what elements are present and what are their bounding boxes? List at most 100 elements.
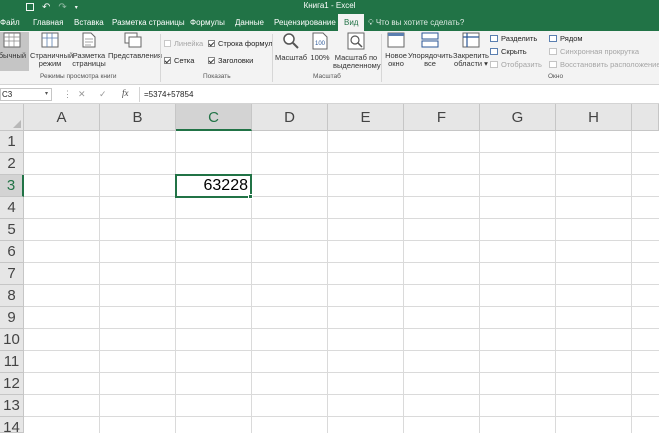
tab-insert[interactable]: Вставка <box>74 14 104 31</box>
new-window-button[interactable]: Новое окно <box>383 32 409 68</box>
sync-scroll-button[interactable]: Синхронная прокрутка <box>549 47 639 56</box>
formula-bar-checkbox[interactable]: Строка формул <box>208 39 273 48</box>
row-header-6[interactable]: 6 <box>0 241 24 263</box>
normal-view-button[interactable]: Обычный <box>0 32 29 71</box>
formula-bar-grip-icon: ⋮ <box>63 89 72 99</box>
tab-home[interactable]: Главная <box>33 14 63 31</box>
enter-icon[interactable]: ✓ <box>99 89 107 100</box>
gridline <box>555 131 556 433</box>
tab-file[interactable]: Файл <box>0 14 20 31</box>
ribbon-tabs: Файл Главная Вставка Разметка страницы Ф… <box>0 14 659 31</box>
formula-bar-checkbox-box <box>208 40 215 47</box>
row-header-11[interactable]: 11 <box>0 351 24 373</box>
column-header-d[interactable]: D <box>252 104 328 131</box>
reset-position-icon <box>549 61 557 68</box>
zoom-100-button[interactable]: 100 100% <box>308 32 332 62</box>
column-header-g[interactable]: G <box>480 104 556 131</box>
row-header-10[interactable]: 10 <box>0 329 24 351</box>
headings-checkbox[interactable]: Заголовки <box>208 56 253 65</box>
gridline <box>99 131 100 433</box>
arrange-all-button[interactable]: Упорядочить все <box>408 32 453 68</box>
formula-bar-label: Строка формул <box>218 39 273 48</box>
page-break-view-button[interactable]: Страничный режим <box>30 32 73 68</box>
tab-view[interactable]: Вид <box>338 14 365 31</box>
split-button[interactable]: Разделить <box>490 34 537 43</box>
gridline <box>24 196 659 197</box>
ruler-checkbox-box <box>164 40 171 47</box>
row-header-2[interactable]: 2 <box>0 153 24 175</box>
zoom-selection-label-2: выделенному <box>333 61 381 70</box>
split-icon <box>490 35 498 42</box>
select-all-button[interactable] <box>0 104 24 131</box>
row-header-9[interactable]: 9 <box>0 307 24 329</box>
tab-page-layout[interactable]: Разметка страницы <box>112 14 185 31</box>
worksheet-grid[interactable]: A B C D E F G H 1 2 3 4 5 6 7 8 9 10 11 … <box>0 104 659 436</box>
window-title: Книга1 - Excel <box>303 1 356 10</box>
column-header-a[interactable]: A <box>24 104 100 131</box>
tab-formulas[interactable]: Формулы <box>190 14 225 31</box>
row-header-13[interactable]: 13 <box>0 395 24 417</box>
freeze-panes-button[interactable]: Закрепить области ▾ <box>452 32 490 68</box>
ribbon-view: Обычный Страничный режим Разметка страни… <box>0 31 659 85</box>
side-by-side-label: Рядом <box>560 34 583 43</box>
row-header-12[interactable]: 12 <box>0 373 24 395</box>
column-header-c[interactable]: C <box>176 104 252 131</box>
column-header-h[interactable]: H <box>556 104 632 131</box>
row-header-14[interactable]: 14 <box>0 417 24 436</box>
formula-bar: C3 ▾ ⋮ ✕ ✓ fx =5374+57854 <box>0 86 659 104</box>
unhide-button[interactable]: Отобразить <box>490 60 542 69</box>
custom-views-button[interactable]: Представления <box>108 32 162 60</box>
row-header-4[interactable]: 4 <box>0 197 24 219</box>
hide-button[interactable]: Скрыть <box>490 47 527 56</box>
ruler-checkbox[interactable]: Линейка <box>164 39 203 48</box>
cancel-icon[interactable]: ✕ <box>78 89 86 100</box>
column-header-partial[interactable] <box>632 104 659 131</box>
group-label-views: Режимы просмотра книги <box>40 73 117 80</box>
active-cell-border <box>175 174 252 198</box>
name-box-dropdown-icon[interactable]: ▾ <box>45 89 48 100</box>
page-layout-label-2: страницы <box>72 59 106 68</box>
normal-view-icon <box>3 32 20 48</box>
page-layout-view-button[interactable]: Разметка страницы <box>71 32 107 68</box>
tell-me-search[interactable]: 💡︎ Что вы хотите сделать? <box>368 14 464 31</box>
row-header-8[interactable]: 8 <box>0 285 24 307</box>
title-bar: ↶ ↷ ▾ Книга1 - Excel <box>0 0 659 14</box>
group-label-show: Показать <box>203 73 231 80</box>
gridline <box>24 240 659 241</box>
view-side-by-side-button[interactable]: Рядом <box>549 34 583 43</box>
gridline <box>24 174 659 175</box>
tab-review[interactable]: Рецензирование <box>274 14 336 31</box>
row-header-1[interactable]: 1 <box>0 131 24 153</box>
row-header-5[interactable]: 5 <box>0 219 24 241</box>
formula-input[interactable]: =5374+57854 <box>139 87 659 102</box>
gridline <box>403 131 404 433</box>
reset-position-label: Восстановить расположение окна <box>560 60 659 69</box>
zoom-100-label: 100% <box>310 53 330 62</box>
split-label: Разделить <box>501 34 538 43</box>
gridline <box>24 218 659 219</box>
side-by-side-icon <box>549 35 557 42</box>
gridlines-checkbox[interactable]: Сетка <box>164 56 194 65</box>
arrange-all-label-2: все <box>424 59 436 68</box>
insert-function-icon[interactable]: fx <box>122 88 129 98</box>
tab-data[interactable]: Данные <box>235 14 264 31</box>
reset-window-position-button[interactable]: Восстановить расположение окна <box>549 60 659 69</box>
freeze-panes-label-2-text: области <box>454 59 483 68</box>
column-header-b[interactable]: B <box>100 104 176 131</box>
zoom-to-selection-button[interactable]: Масштаб по выделенному <box>333 32 381 70</box>
ruler-label: Линейка <box>174 39 204 48</box>
column-header-e[interactable]: E <box>328 104 404 131</box>
zoom-button[interactable]: Масштаб <box>275 32 307 62</box>
row-header-7[interactable]: 7 <box>0 263 24 285</box>
row-header-3[interactable]: 3 <box>0 175 24 197</box>
column-header-f[interactable]: F <box>404 104 480 131</box>
headings-checkbox-box <box>208 57 215 64</box>
freeze-panes-label-2: области ▾ <box>454 59 488 68</box>
zoom-selection-icon <box>347 32 365 50</box>
fill-handle[interactable] <box>248 194 253 199</box>
gridline <box>24 350 659 351</box>
name-box[interactable]: C3 ▾ <box>0 88 52 101</box>
ribbon-separator <box>160 34 161 82</box>
gridline <box>24 394 659 395</box>
hide-icon <box>490 48 498 55</box>
